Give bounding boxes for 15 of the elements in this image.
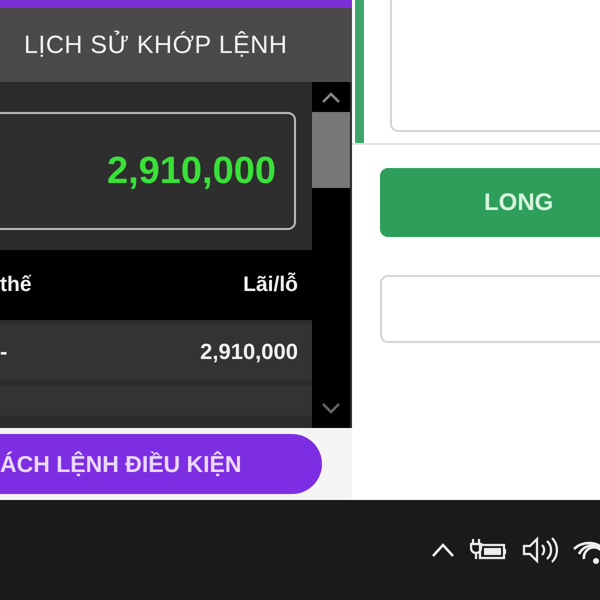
table-cell: 2,910,000 [200, 339, 298, 365]
chevron-up-icon[interactable] [430, 542, 456, 558]
column-header: Lãi/lỗ [243, 273, 298, 297]
scroll-down-icon[interactable] [321, 402, 341, 414]
table-cell: - [0, 339, 8, 365]
scrollbar[interactable] [312, 82, 350, 428]
long-button[interactable]: LONG [380, 168, 600, 237]
input-field[interactable] [380, 275, 600, 343]
conditional-orders-button[interactable]: ÁCH LỆNH ĐIỀU KIỆN [0, 434, 322, 494]
scroll-up-icon[interactable] [321, 92, 341, 104]
scroll-thumb[interactable] [312, 112, 350, 188]
summary-value: 2,910,000 [106, 150, 276, 192]
speaker-icon[interactable] [522, 536, 558, 564]
column-header: thế [0, 273, 32, 297]
panel-title: LỊCH SỬ KHỚP LỆNH [24, 30, 288, 60]
